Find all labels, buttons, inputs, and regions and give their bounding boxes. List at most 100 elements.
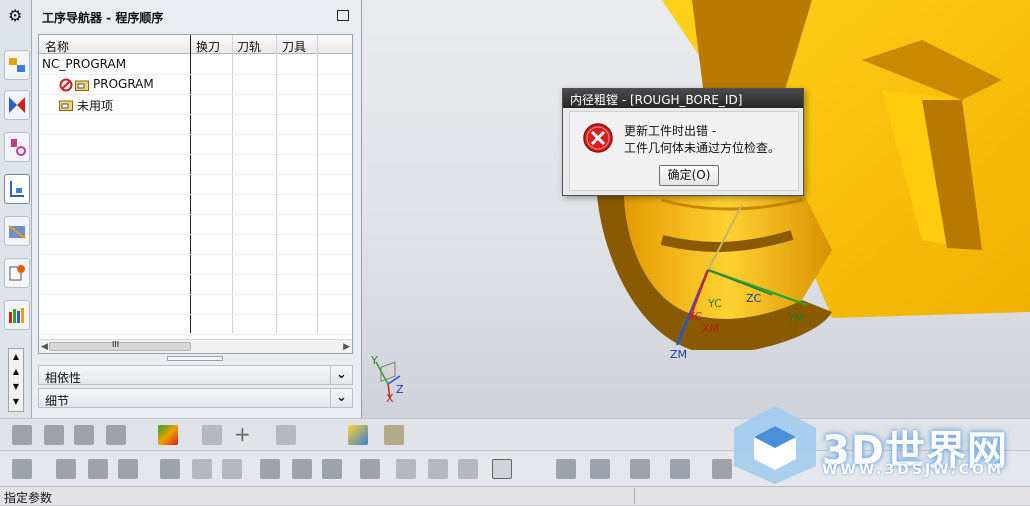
move-icon[interactable] bbox=[260, 459, 280, 479]
branch-icon[interactable] bbox=[458, 459, 478, 479]
roles-icon bbox=[9, 308, 24, 323]
axis-label-ym: YM bbox=[788, 312, 805, 325]
machine-tool-icon bbox=[8, 225, 26, 239]
horizontal-scrollbar[interactable]: ◀ III ▶ bbox=[39, 339, 352, 353]
method-view-icon[interactable] bbox=[106, 425, 126, 445]
axis-label-zm: ZM bbox=[670, 348, 688, 361]
operation-navigator-icon bbox=[10, 181, 24, 197]
status-bar: 指定参数 bbox=[0, 486, 1030, 505]
insert-icon[interactable] bbox=[670, 459, 690, 479]
resource-tab-assembly[interactable] bbox=[4, 50, 30, 80]
triad-label-y: Y bbox=[371, 354, 378, 367]
blank-icon[interactable] bbox=[348, 425, 368, 445]
workpiece-icon[interactable] bbox=[56, 459, 76, 479]
copy-icon[interactable] bbox=[292, 459, 312, 479]
operation-tree-table: 名称 换刀 刀轨 刀具 NC_PROGRAM PROGRAM 未用项 ◀ III… bbox=[38, 34, 353, 354]
table-row[interactable]: 未用项 bbox=[39, 95, 352, 115]
scroll-right-icon[interactable]: ▶ bbox=[343, 342, 350, 352]
details-section[interactable]: 细节 ⌄ bbox=[38, 388, 353, 408]
pattern-icon[interactable] bbox=[322, 459, 342, 479]
error-dialog: 内径粗镗 - [ROUGH_BORE_ID] 更新工件时出错 - 工件几何体未通… bbox=[562, 88, 804, 196]
error-message: 更新工件时出错 - bbox=[624, 124, 717, 138]
triad-label-x: X bbox=[386, 392, 394, 405]
chain-icon[interactable] bbox=[396, 459, 416, 479]
generate-toolpath-icon[interactable] bbox=[88, 459, 108, 479]
row-name: 未用项 bbox=[77, 99, 114, 113]
resource-tab-reuse-library[interactable] bbox=[4, 258, 30, 288]
table-row bbox=[39, 255, 352, 275]
table-row bbox=[39, 195, 352, 215]
chevron-down-icon[interactable]: ⌄ bbox=[330, 365, 352, 385]
dialog-title[interactable]: 内径粗镗 - [ROUGH_BORE_ID] bbox=[563, 89, 803, 108]
table-row bbox=[39, 315, 352, 335]
folder-icon bbox=[75, 80, 89, 91]
column-header-toolpath[interactable]: 刀轨 bbox=[237, 38, 261, 55]
replay-icon[interactable] bbox=[118, 459, 138, 479]
status-divider bbox=[634, 488, 635, 504]
section-icon[interactable] bbox=[556, 459, 576, 479]
table-row[interactable]: NC_PROGRAM bbox=[39, 55, 352, 75]
constraint-icon[interactable] bbox=[192, 459, 212, 479]
watermark-url: WWW.3DSJW.COM bbox=[822, 462, 1004, 478]
probe-icon[interactable] bbox=[630, 459, 650, 479]
axis-label-zc: ZC bbox=[746, 292, 762, 305]
table-row bbox=[39, 135, 352, 155]
fixture-icon[interactable] bbox=[276, 425, 296, 445]
ok-button[interactable]: 确定(O) bbox=[659, 165, 719, 186]
column-header-tool[interactable]: 刀具 bbox=[282, 38, 306, 55]
transform-icon[interactable] bbox=[160, 459, 180, 479]
row-name: PROGRAM bbox=[93, 77, 154, 91]
constraint-icon bbox=[9, 97, 25, 113]
panel-title: 工序导航器 - 程序顺序 bbox=[42, 11, 164, 25]
solid-icon[interactable] bbox=[360, 459, 380, 479]
axis-label-yc: YC bbox=[708, 297, 722, 310]
resource-tab-machine[interactable] bbox=[4, 216, 30, 246]
verify-icon[interactable] bbox=[158, 425, 178, 445]
triad-label-z: Z bbox=[396, 383, 404, 396]
table-row bbox=[39, 235, 352, 255]
edge-icon[interactable] bbox=[712, 459, 732, 479]
crosshair-icon[interactable]: + bbox=[234, 424, 254, 445]
row-name: NC_PROGRAM bbox=[42, 57, 127, 71]
part-model bbox=[597, 0, 1030, 350]
dependencies-section[interactable]: 相依性 ⌄ bbox=[38, 365, 353, 385]
table-row[interactable]: PROGRAM bbox=[39, 75, 352, 95]
table-row bbox=[39, 215, 352, 235]
splitter-handle[interactable] bbox=[167, 356, 223, 361]
assembly-icon bbox=[9, 58, 25, 72]
resource-tab-part[interactable] bbox=[4, 132, 30, 162]
status-text: 指定参数 bbox=[4, 491, 53, 505]
link-icon[interactable] bbox=[202, 425, 222, 445]
stock-icon[interactable] bbox=[384, 425, 404, 445]
gear-icon[interactable]: ⚙ bbox=[8, 6, 22, 25]
resource-bar: ⚙ ▲ ▲ ▼ ▼ bbox=[0, 0, 32, 418]
library-icon bbox=[9, 265, 25, 281]
column-header-tool-change[interactable]: 换刀 bbox=[196, 38, 220, 55]
scroll-left-icon[interactable]: ◀ bbox=[41, 342, 48, 352]
resource-tab-roles[interactable] bbox=[4, 300, 30, 330]
program-view-icon[interactable] bbox=[12, 425, 32, 445]
measure-icon[interactable] bbox=[590, 459, 610, 479]
column-header-name[interactable]: 名称 bbox=[45, 38, 69, 55]
folder-icon bbox=[59, 100, 73, 111]
wireframe-icon[interactable] bbox=[492, 459, 512, 479]
error-icon bbox=[583, 123, 613, 153]
chevron-down-icon[interactable]: ⌄ bbox=[330, 388, 352, 408]
table-row bbox=[39, 175, 352, 195]
table-row bbox=[39, 295, 352, 315]
error-message-detail: 工件几何体未通过方位检查。 bbox=[624, 141, 781, 155]
graphics-viewport[interactable]: ZM YC ZC YM XM XC bbox=[362, 0, 1030, 418]
dimension-icon[interactable] bbox=[222, 459, 242, 479]
geometry-view-icon[interactable] bbox=[74, 425, 94, 445]
route-icon[interactable] bbox=[428, 459, 448, 479]
resource-tab-operation-navigator[interactable] bbox=[4, 174, 30, 204]
part-icon bbox=[11, 139, 26, 156]
watermark-logo bbox=[734, 406, 816, 484]
machine-view-icon[interactable] bbox=[44, 425, 64, 445]
scroll-thumb[interactable]: III bbox=[49, 340, 191, 351]
resource-bar-scroll[interactable]: ▲ ▲ ▼ ▼ bbox=[8, 348, 24, 412]
create-operation-icon[interactable] bbox=[12, 459, 32, 479]
axis-label-xm: XM bbox=[702, 322, 720, 335]
resource-tab-constraints[interactable] bbox=[4, 90, 30, 120]
maximize-icon[interactable] bbox=[337, 10, 349, 21]
